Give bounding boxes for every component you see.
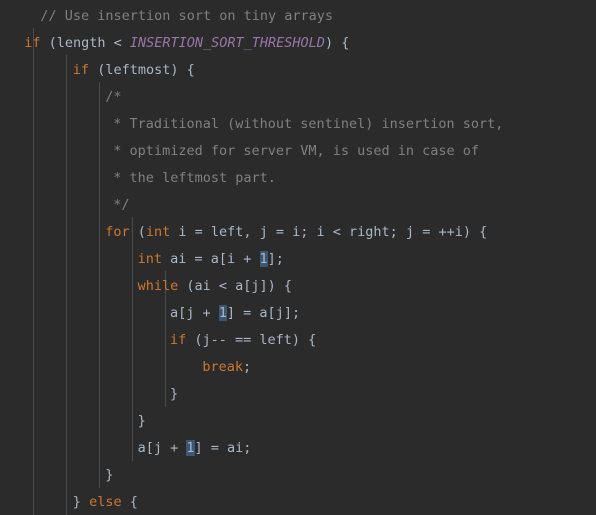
code-line[interactable]: a[j + 1] = ai; — [0, 435, 596, 462]
token-plain: } — [72, 494, 90, 510]
code-line[interactable]: /* — [0, 84, 596, 111]
token-keyword: break — [202, 359, 244, 375]
token-keyword: for — [105, 224, 130, 240]
token-number-highlight: 1 — [259, 251, 268, 267]
code-line[interactable]: for (int i = left, j = i; i < right; j =… — [0, 219, 596, 246]
token-plain: ; — [243, 359, 252, 375]
token-plain: ai = a[i + — [161, 251, 260, 267]
token-comment: * the leftmost part. — [113, 170, 276, 186]
token-plain: a[j + — [137, 440, 187, 456]
code-line[interactable]: * Traditional (without sentinel) inserti… — [0, 111, 596, 138]
code-line[interactable]: if (leftmost) { — [0, 57, 596, 84]
token-keyword: while — [137, 278, 179, 294]
token-plain: } — [170, 386, 179, 402]
token-plain: { — [121, 494, 138, 510]
code-line[interactable]: while (ai < a[j]) { — [0, 273, 596, 300]
token-keyword: if — [170, 332, 187, 348]
token-plain: a[j + — [170, 305, 219, 321]
token-keyword: int — [145, 224, 171, 240]
token-comment: * optimized for server VM, is used in ca… — [113, 143, 480, 159]
token-plain: ]; — [267, 251, 284, 267]
token-plain: ] = ai; — [194, 440, 252, 456]
token-plain: (ai < a[j]) { — [178, 278, 293, 294]
token-comment: */ — [113, 197, 130, 213]
code-content[interactable]: // Use insertion sort on tiny arrays if (… — [0, 0, 596, 515]
token-keyword: if — [24, 35, 41, 51]
code-line[interactable]: */ — [0, 192, 596, 219]
token-comment: /* — [105, 89, 122, 105]
code-line[interactable]: } — [0, 381, 596, 408]
token-comment: * Traditional (without sentinel) inserti… — [113, 116, 504, 132]
token-keyword: else — [89, 494, 122, 510]
token-number-highlight: 1 — [186, 440, 195, 456]
token-plain: } — [137, 413, 146, 429]
token-plain: i = left, j = i; i < right; j = ++i) { — [170, 224, 488, 240]
token-plain: } — [105, 467, 114, 483]
token-constant: INSERTION_SORT_THRESHOLD — [129, 35, 325, 51]
token-plain: (leftmost) { — [89, 62, 195, 78]
token-comment: // Use insertion sort on tiny arrays — [40, 8, 333, 24]
code-line[interactable]: * the leftmost part. — [0, 165, 596, 192]
code-editor[interactable]: // Use insertion sort on tiny arrays if (… — [0, 0, 596, 515]
code-line[interactable]: if (j-- == left) { — [0, 327, 596, 354]
code-line[interactable]: // Use insertion sort on tiny arrays — [0, 3, 596, 30]
code-line[interactable]: int ai = a[i + 1]; — [0, 246, 596, 273]
token-plain: ) { — [324, 35, 350, 51]
token-plain: (length < — [40, 35, 130, 51]
token-plain: ( — [129, 224, 146, 240]
token-number-highlight: 1 — [218, 305, 227, 321]
code-line[interactable]: break; — [0, 354, 596, 381]
code-line[interactable]: a[j + 1] = a[j]; — [0, 300, 596, 327]
code-line[interactable]: * optimized for server VM, is used in ca… — [0, 138, 596, 165]
token-plain: (j-- == left) { — [186, 332, 317, 348]
code-line[interactable]: } else { — [0, 489, 596, 515]
code-line[interactable]: if (length < INSERTION_SORT_THRESHOLD) { — [0, 30, 596, 57]
token-plain: ] = a[j]; — [226, 305, 301, 321]
token-keyword: if — [72, 62, 90, 78]
code-line[interactable]: } — [0, 462, 596, 489]
code-line[interactable]: } — [0, 408, 596, 435]
token-keyword: int — [137, 251, 162, 267]
